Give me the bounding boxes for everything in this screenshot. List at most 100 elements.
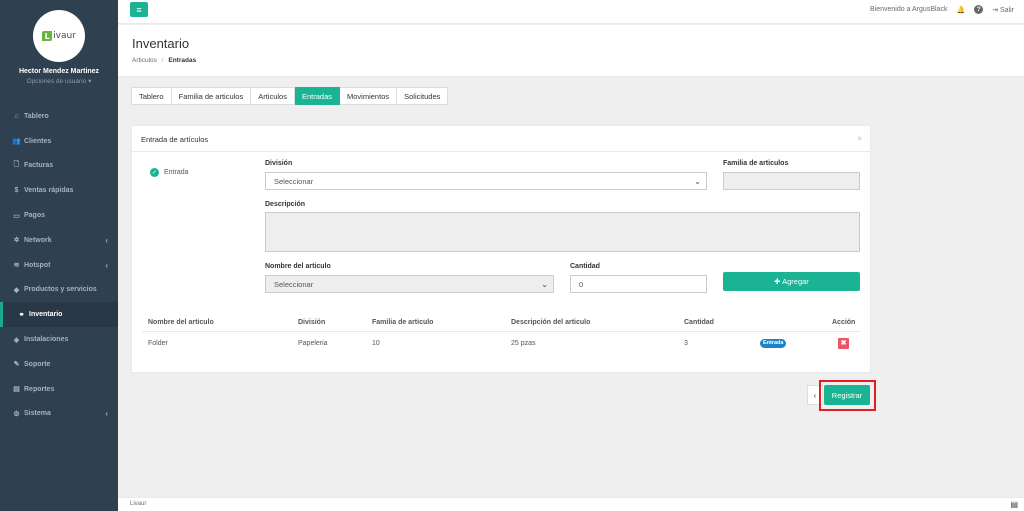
sidebar-item-label: Sistema bbox=[24, 410, 51, 418]
bell-icon[interactable]: 🔔 bbox=[956, 6, 965, 14]
familia-field bbox=[723, 172, 860, 190]
sidebar-item-label: Tablero bbox=[24, 112, 49, 120]
entry-type-label: Entrada bbox=[164, 169, 189, 176]
articulo-select-value: Seleccionar bbox=[274, 279, 314, 289]
cantidad-value: 0 bbox=[579, 279, 584, 289]
sign-out-icon: ⇥ bbox=[992, 6, 999, 14]
sidebar-item-inventario[interactable]: ⚭ Inventario bbox=[0, 302, 118, 328]
sidebar-item-pagos[interactable]: ▭ Pagos bbox=[0, 203, 118, 228]
tags-icon: ◆ bbox=[13, 286, 20, 294]
money-icon: ▭ bbox=[13, 212, 20, 220]
division-select[interactable]: Seleccionar ⌄ bbox=[265, 172, 707, 190]
descripcion-label: Descripción bbox=[265, 201, 306, 208]
network-icon: ✲ bbox=[13, 237, 20, 245]
sidebar-item-tablero[interactable]: ⌂ Tablero bbox=[0, 104, 118, 129]
avatar[interactable]: L ivaur bbox=[33, 10, 85, 62]
articulo-label: Nombre del articulo bbox=[265, 263, 331, 270]
sidebar-item-facturas[interactable]: 🗋 Facturas bbox=[0, 154, 118, 179]
user-name: Hector Mendez Martinez bbox=[18, 68, 100, 75]
close-icon[interactable]: × bbox=[857, 134, 862, 143]
items-table: Nombre del articulo División Familia de … bbox=[142, 314, 860, 354]
file-icon: 🗋 bbox=[13, 161, 20, 169]
sidebar: L ivaur Hector Mendez Martinez Opciones … bbox=[0, 0, 118, 511]
sidebar-item-productos[interactable]: ◆ Productos y servicios bbox=[0, 278, 118, 303]
sidebar-item-label: Inventario bbox=[29, 311, 63, 319]
sidebar-item-label: Productos y servicios bbox=[24, 286, 97, 294]
cantidad-label: Cantidad bbox=[570, 263, 600, 270]
entry-type-option[interactable]: ✓ Entrada bbox=[150, 168, 189, 177]
menu-toggle-button[interactable]: ≡ bbox=[130, 2, 148, 17]
cantidad-input[interactable]: 0 bbox=[570, 275, 707, 293]
col-familia: Familia de articulo bbox=[372, 319, 434, 326]
logout-link[interactable]: ⇥ Salir bbox=[992, 6, 1014, 14]
articulo-select[interactable]: Seleccionar ⌄ bbox=[265, 275, 554, 293]
logout-label: Salir bbox=[999, 6, 1014, 14]
tab-familia-de-articulos[interactable]: Familia de articulos bbox=[171, 87, 252, 105]
breadcrumb-separator: / bbox=[161, 57, 164, 64]
welcome-text: Bienvenido a ArgusBlack bbox=[870, 6, 948, 13]
tab-articulos[interactable]: Articulos bbox=[251, 87, 295, 105]
book-icon: ▤ bbox=[13, 386, 20, 394]
chevron-down-icon: ⌄ bbox=[541, 279, 548, 289]
sidebar-nav: ⌂ Tablero 👥 Clientes 🗋 Facturas $ Ventas ráp… bbox=[0, 104, 118, 426]
help-icon[interactable]: ? bbox=[974, 5, 984, 14]
col-cantidad: Cantidad bbox=[684, 319, 714, 326]
tab-tablero[interactable]: Tablero bbox=[131, 87, 172, 105]
sidebar-item-label: Instalaciones bbox=[24, 336, 69, 344]
wrench-icon: ✎ bbox=[13, 361, 20, 369]
entry-panel: Entrada de artículos × ✓ Entrada Divisió… bbox=[131, 125, 871, 373]
profile: L ivaur Hector Mendez Martinez Opciones … bbox=[0, 0, 118, 100]
sidebar-item-instalaciones[interactable]: ◈ Instalaciones bbox=[0, 327, 118, 352]
tab-movimientos[interactable]: Movimientos bbox=[340, 87, 398, 105]
sidebar-item-label: Hotspot bbox=[24, 261, 51, 269]
descripcion-textarea[interactable] bbox=[265, 212, 860, 252]
familia-label: Familia de articulos bbox=[723, 160, 789, 167]
chevron-left-icon: ‹ bbox=[813, 390, 817, 400]
users-icon: 👥 bbox=[12, 138, 21, 146]
sidebar-item-label: Ventas rápidas bbox=[24, 187, 74, 195]
sidebar-item-hotspot[interactable]: ≋ Hotspot ‹ bbox=[0, 253, 118, 278]
check-circle-icon: ✓ bbox=[150, 168, 159, 177]
cubes-icon: ⚭ bbox=[18, 311, 25, 319]
sidebar-item-label: Network bbox=[24, 236, 52, 244]
cell-cantidad: 3 bbox=[684, 339, 688, 347]
tab-bar: Tablero Familia de articulos Articulos E… bbox=[131, 87, 449, 105]
sidebar-item-network[interactable]: ✲ Network ‹ bbox=[0, 228, 118, 253]
brand-logo: L ivaur bbox=[42, 31, 76, 41]
hamburger-icon: ≡ bbox=[136, 4, 142, 15]
breadcrumb-articulos[interactable]: Articulos bbox=[132, 57, 157, 64]
cell-familia: 10 bbox=[372, 339, 380, 347]
sidebar-item-label: Facturas bbox=[24, 162, 54, 170]
chevron-down-icon: ⌄ bbox=[694, 176, 701, 186]
sidebar-item-clientes[interactable]: 👥 Clientes bbox=[0, 129, 118, 154]
sidebar-item-label: Soporte bbox=[24, 360, 51, 368]
table-row: Folder Papeleria 10 25 pzas 3 Entrada ✖ bbox=[142, 332, 860, 354]
footer: Livaur ▤ bbox=[118, 497, 1024, 511]
sidebar-item-sistema[interactable]: ⚙ Sistema ‹ bbox=[0, 402, 118, 427]
chevron-left-icon: ‹ bbox=[105, 235, 108, 245]
delete-row-button[interactable]: ✖ bbox=[838, 337, 849, 349]
add-button[interactable]: ✚ Agregar bbox=[723, 272, 860, 291]
highlight-box bbox=[819, 380, 876, 411]
status-badge: Entrada bbox=[760, 338, 787, 348]
chevron-left-icon: ‹ bbox=[105, 260, 108, 270]
topbar: ≡ Bienvenido a ArgusBlack 🔔 ? ⇥ Salir bbox=[118, 0, 1024, 24]
user-options-dropdown[interactable]: Opciones de usuario ▾ bbox=[0, 77, 118, 85]
dashboard-icon: ⌂ bbox=[14, 112, 19, 120]
server-icon: ▤ bbox=[1010, 500, 1018, 509]
col-nombre: Nombre del articulo bbox=[148, 319, 214, 326]
cell-division: Papeleria bbox=[298, 339, 328, 347]
col-descripcion: Descripción del articulo bbox=[511, 319, 591, 326]
sidebar-item-ventas-rapidas[interactable]: $ Ventas rápidas bbox=[0, 178, 118, 203]
logo-text: ivaur bbox=[53, 31, 76, 41]
chevron-left-icon: ‹ bbox=[105, 409, 108, 419]
sidebar-item-reportes[interactable]: ▤ Reportes bbox=[0, 377, 118, 402]
tab-solicitudes[interactable]: Solicitudes bbox=[397, 87, 449, 105]
tools-icon: ◈ bbox=[13, 336, 20, 344]
tab-entradas[interactable]: Entradas bbox=[294, 87, 341, 105]
footer-text: Livaur bbox=[130, 501, 147, 507]
logo-mark-icon: L bbox=[42, 31, 53, 41]
sidebar-item-soporte[interactable]: ✎ Soporte bbox=[0, 352, 118, 377]
cell-descripcion: 25 pzas bbox=[511, 339, 536, 347]
dollar-icon: $ bbox=[14, 187, 19, 195]
